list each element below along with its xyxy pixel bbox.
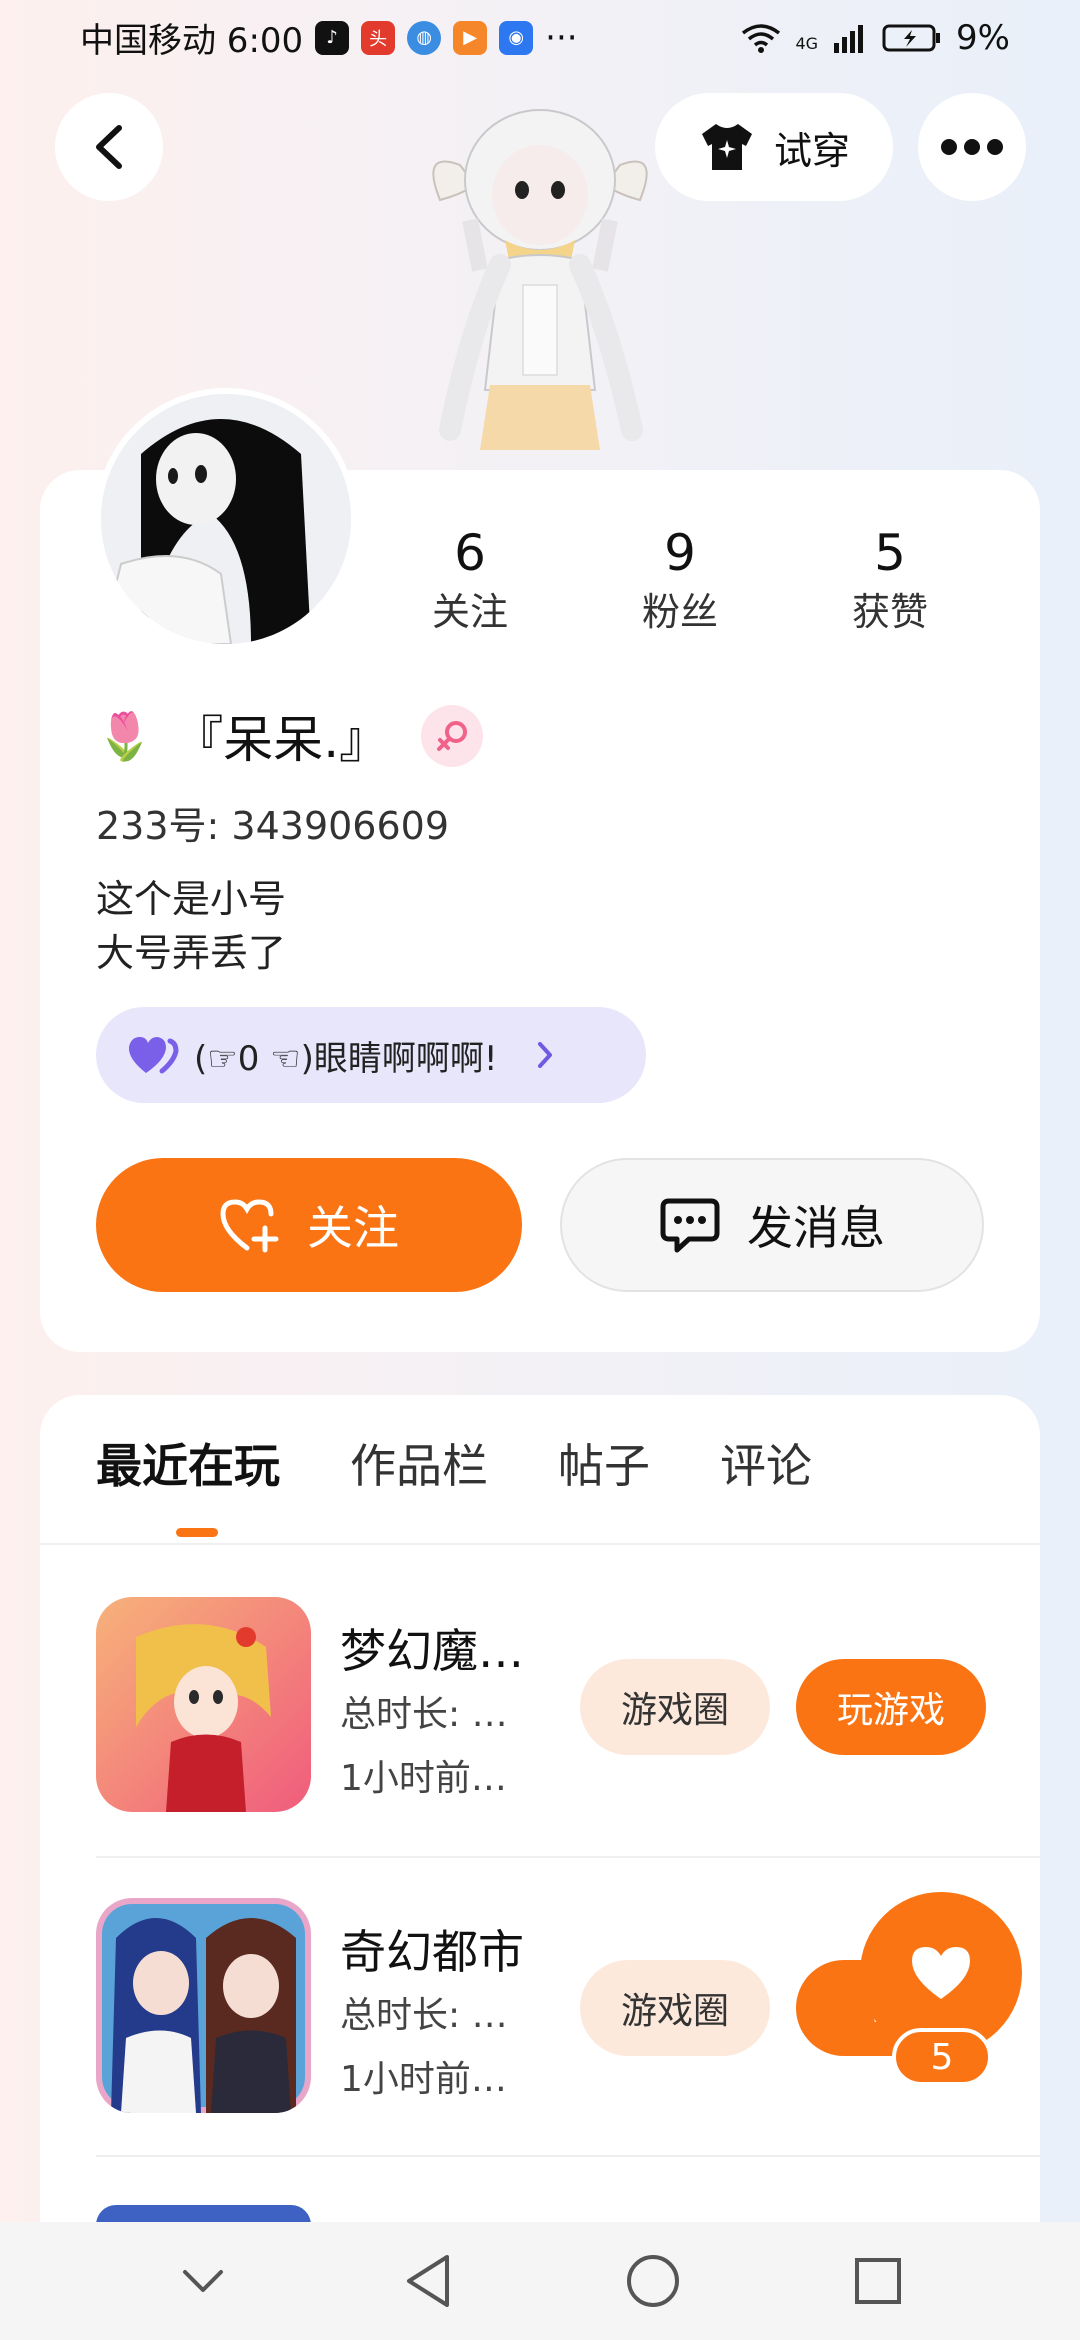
likes-label: 获赞 (851, 590, 928, 634)
active-tab-indicator (176, 1528, 218, 1537)
row-divider (96, 1856, 1040, 1858)
nav-recents-button[interactable] (838, 2241, 918, 2321)
battery-icon (882, 24, 941, 51)
chevron-left-icon (96, 125, 122, 169)
game-row[interactable]: 梦幻魔… 总时长: … 1小时前… 游戏圈 玩游戏 (96, 1597, 1036, 1817)
play-game-button[interactable]: 玩游戏 (796, 1659, 986, 1755)
square-recents-icon (854, 2258, 901, 2304)
bio-line-2: 大号弄丢了 (96, 931, 287, 975)
bio-line-1: 这个是小号 (96, 877, 287, 921)
tab-bar: 最近在玩 作品栏 帖子 评论 (96, 1430, 812, 1496)
tab-posts[interactable]: 帖子 (558, 1430, 650, 1496)
system-nav-bar (0, 2222, 1080, 2340)
follow-button[interactable]: 关注 (96, 1158, 522, 1292)
following-count: 6 (454, 524, 486, 582)
triangle-back-icon (406, 2255, 449, 2307)
character-figure (432, 109, 648, 450)
game-circle-button[interactable]: 游戏圈 (580, 1960, 770, 2056)
tiktok-icon: ♪ (315, 20, 350, 55)
chat-bubble-icon (660, 1198, 720, 1253)
news-app-icon: 头 (361, 20, 396, 55)
bio: 这个是小号 大号弄丢了 (96, 872, 286, 980)
chevron-down-icon (182, 2270, 223, 2292)
game-icon-fantasy-city[interactable] (96, 1898, 311, 2113)
browser-icon: ◍ (407, 20, 442, 55)
wifi-icon (742, 23, 781, 53)
nav-home-button[interactable] (613, 2241, 693, 2321)
stat-followers[interactable]: 9 粉丝 (600, 520, 760, 638)
game-duration: 总时长: … (340, 1694, 508, 1735)
row-divider (96, 2155, 1040, 2157)
like-count-badge: 5 (892, 2028, 992, 2086)
tips-app-icon: ◉ (499, 20, 534, 55)
stat-likes[interactable]: 5 获赞 (810, 520, 970, 638)
game-title: 梦幻魔… (340, 1624, 524, 1678)
nav-back-button[interactable] (388, 2241, 468, 2321)
game-title: 奇幻都市 (340, 1925, 524, 1979)
send-message-label: 发消息 (747, 1201, 885, 1255)
game-icon-dream-magic[interactable] (96, 1597, 311, 1812)
more-notifications-icon: ··· (545, 17, 578, 58)
more-dots-icon (941, 139, 1003, 155)
likes-count: 5 (874, 524, 906, 582)
heart-icon (912, 1947, 970, 1999)
female-gender-icon (421, 705, 484, 767)
circle-home-icon (626, 2255, 679, 2307)
battery-level: 9% (956, 17, 1010, 58)
followers-label: 粉丝 (641, 590, 718, 634)
follow-label: 关注 (307, 1201, 399, 1255)
more-options-button[interactable] (918, 93, 1026, 201)
game-last-played: 1小时前… (340, 1758, 507, 1799)
signature-text: (☞0 ☜)眼睛啊啊啊! (194, 1038, 498, 1079)
send-message-button[interactable]: 发消息 (560, 1158, 984, 1292)
game-duration: 总时长: … (340, 1995, 508, 2036)
status-bar: 中国移动 6:00 ♪ 头 ◍ ▶ ◉ ··· 4G 9% (0, 0, 1080, 75)
game-circle-button[interactable]: 游戏圈 (580, 1659, 770, 1755)
following-label: 关注 (431, 590, 508, 634)
profile-stats: 6 关注 9 粉丝 5 获赞 (370, 520, 990, 638)
nav-collapse-button[interactable] (163, 2241, 243, 2321)
carrier-time: 中国移动 6:00 (80, 21, 304, 61)
followers-count: 9 (664, 524, 696, 582)
user-id: 233号: 343906609 (96, 804, 450, 848)
back-button[interactable] (55, 93, 163, 201)
game-last-played: 1小时前… (340, 2059, 507, 2100)
tshirt-icon (701, 124, 752, 170)
signature-pill[interactable]: (☞0 ☜)眼睛啊啊啊! (96, 1007, 646, 1103)
tulip-emoji: 🌷 (96, 708, 154, 763)
chevron-right-icon (537, 1042, 552, 1068)
avatar[interactable] (95, 388, 357, 650)
video-app-icon: ▶ (453, 20, 488, 55)
name-row: 🌷 『呆呆.』 (96, 700, 484, 772)
tab-works[interactable]: 作品栏 (350, 1430, 488, 1496)
signal-icon (834, 24, 864, 53)
heart-plus-icon (220, 1199, 279, 1253)
tab-comments[interactable]: 评论 (720, 1430, 812, 1496)
avatar-image (101, 394, 351, 644)
purple-heart-icon (128, 1037, 179, 1074)
stat-following[interactable]: 6 关注 (390, 520, 550, 638)
tab-recently-played[interactable]: 最近在玩 (96, 1430, 280, 1496)
try-on-label: 试穿 (773, 128, 850, 173)
username: 『呆呆.』 (173, 711, 390, 769)
tabs-divider (40, 1543, 1040, 1545)
try-on-button[interactable]: 试穿 (655, 93, 893, 201)
network-type: 4G (795, 33, 819, 53)
